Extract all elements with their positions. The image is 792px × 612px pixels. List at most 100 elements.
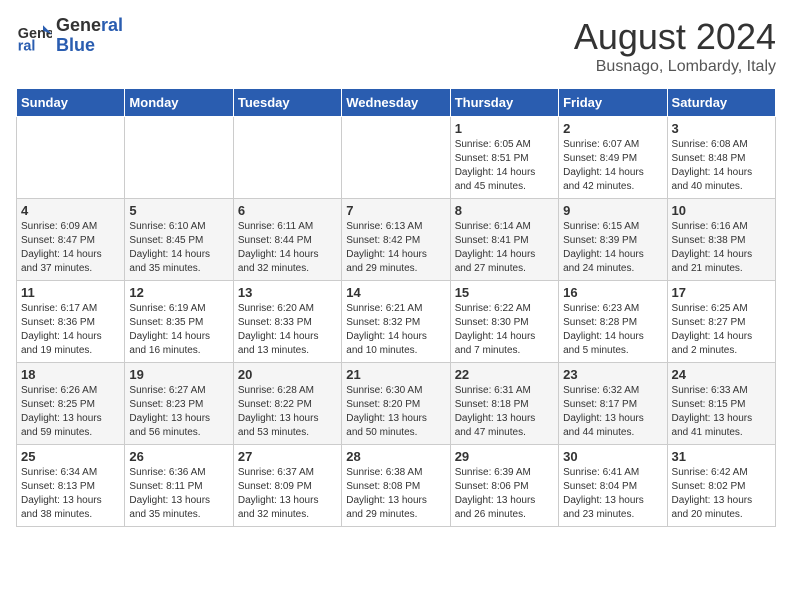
week-row-2: 4Sunrise: 6:09 AM Sunset: 8:47 PM Daylig… (17, 199, 776, 281)
day-info: Sunrise: 6:20 AM Sunset: 8:33 PM Dayligh… (238, 302, 337, 358)
day-number: 16 (563, 285, 662, 300)
day-cell: 16 Sunrise: 6:23 AM Sunset: 8:28 PM Dayli… (559, 281, 667, 363)
day-info: Sunrise: 6:27 AM Sunset: 8:23 PM Dayligh… (129, 384, 228, 440)
day-cell: 30Sunrise: 6:41 AM Sunset: 8:04 PM Dayli… (559, 445, 667, 527)
day-cell: 3 Sunrise: 6:08 AM Sunset: 8:48 PM Daylig… (667, 117, 775, 199)
day-info: Sunrise: 6:32 AM Sunset: 8:17 PM Dayligh… (563, 384, 662, 440)
day-number: 18 (21, 367, 120, 382)
day-info: Sunrise: 6:34 AM Sunset: 8:13 PM Dayligh… (21, 466, 120, 522)
day-cell: 9 Sunrise: 6:15 AM Sunset: 8:39 PM Daylig… (559, 199, 667, 281)
day-info: Sunrise: 6:25 AM Sunset: 8:27 PM Dayligh… (672, 302, 771, 358)
day-cell: 19 Sunrise: 6:27 AM Sunset: 8:23 PM Dayli… (125, 363, 233, 445)
day-number: 31 (672, 449, 771, 464)
day-cell: 23 Sunrise: 6:32 AM Sunset: 8:17 PM Dayli… (559, 363, 667, 445)
day-number: 24 (672, 367, 771, 382)
day-info: Sunrise: 6:11 AM Sunset: 8:44 PM Dayligh… (238, 220, 337, 276)
day-cell: 1 Sunrise: 6:05 AM Sunset: 8:51 PM Daylig… (450, 117, 558, 199)
day-info: Sunrise: 6:21 AM Sunset: 8:32 PM Dayligh… (346, 302, 445, 358)
day-cell: 18 Sunrise: 6:26 AM Sunset: 8:25 PM Dayli… (17, 363, 125, 445)
day-cell: 2 Sunrise: 6:07 AM Sunset: 8:49 PM Daylig… (559, 117, 667, 199)
day-info: Sunrise: 6:19 AM Sunset: 8:35 PM Dayligh… (129, 302, 228, 358)
day-info: Sunrise: 6:14 AM Sunset: 8:41 PM Dayligh… (455, 220, 554, 276)
header-cell-saturday: Saturday (667, 89, 775, 117)
day-info: Sunrise: 6:15 AM Sunset: 8:39 PM Dayligh… (563, 220, 662, 276)
day-info: Sunrise: 6:28 AM Sunset: 8:22 PM Dayligh… (238, 384, 337, 440)
day-number: 20 (238, 367, 337, 382)
day-number: 2 (563, 121, 662, 136)
day-cell: 11Sunrise: 6:17 AM Sunset: 8:36 PM Dayli… (17, 281, 125, 363)
day-number: 9 (563, 203, 662, 218)
day-cell: 5Sunrise: 6:10 AM Sunset: 8:45 PM Daylig… (125, 199, 233, 281)
day-cell (342, 117, 450, 199)
day-info: Sunrise: 6:30 AM Sunset: 8:20 PM Dayligh… (346, 384, 445, 440)
day-cell (17, 117, 125, 199)
day-cell: 17Sunrise: 6:25 AM Sunset: 8:27 PM Dayli… (667, 281, 775, 363)
day-cell: 22 Sunrise: 6:31 AM Sunset: 8:18 PM Dayli… (450, 363, 558, 445)
header-cell-tuesday: Tuesday (233, 89, 341, 117)
day-info: Sunrise: 6:10 AM Sunset: 8:45 PM Dayligh… (129, 220, 228, 276)
day-number: 27 (238, 449, 337, 464)
location-title: Busnago, Lombardy, Italy (574, 58, 776, 76)
day-info: Sunrise: 6:42 AM Sunset: 8:02 PM Dayligh… (672, 466, 771, 522)
day-number: 14 (346, 285, 445, 300)
day-info: Sunrise: 6:08 AM Sunset: 8:48 PM Dayligh… (672, 138, 771, 194)
day-number: 21 (346, 367, 445, 382)
day-number: 22 (455, 367, 554, 382)
day-number: 12 (129, 285, 228, 300)
logo: Gene ral General Blue (16, 16, 123, 56)
day-number: 3 (672, 121, 771, 136)
day-number: 29 (455, 449, 554, 464)
title-area: August 2024 Busnago, Lombardy, Italy (574, 16, 776, 76)
day-cell: 15 Sunrise: 6:22 AM Sunset: 8:30 PM Dayli… (450, 281, 558, 363)
day-info: Sunrise: 6:39 AM Sunset: 8:06 PM Dayligh… (455, 466, 554, 522)
day-number: 8 (455, 203, 554, 218)
day-cell: 14 Sunrise: 6:21 AM Sunset: 8:32 PM Dayli… (342, 281, 450, 363)
day-cell: 25Sunrise: 6:34 AM Sunset: 8:13 PM Dayli… (17, 445, 125, 527)
day-info: Sunrise: 6:36 AM Sunset: 8:11 PM Dayligh… (129, 466, 228, 522)
day-cell: 12 Sunrise: 6:19 AM Sunset: 8:35 PM Dayli… (125, 281, 233, 363)
day-number: 15 (455, 285, 554, 300)
day-info: Sunrise: 6:07 AM Sunset: 8:49 PM Dayligh… (563, 138, 662, 194)
day-number: 7 (346, 203, 445, 218)
day-cell (125, 117, 233, 199)
day-cell: 28Sunrise: 6:38 AM Sunset: 8:08 PM Dayli… (342, 445, 450, 527)
header-cell-sunday: Sunday (17, 89, 125, 117)
month-title: August 2024 (574, 16, 776, 58)
day-number: 10 (672, 203, 771, 218)
day-info: Sunrise: 6:23 AM Sunset: 8:28 PM Dayligh… (563, 302, 662, 358)
day-cell: 13 Sunrise: 6:20 AM Sunset: 8:33 PM Dayli… (233, 281, 341, 363)
day-number: 13 (238, 285, 337, 300)
day-number: 28 (346, 449, 445, 464)
day-number: 6 (238, 203, 337, 218)
day-cell: 7 Sunrise: 6:13 AM Sunset: 8:42 PM Daylig… (342, 199, 450, 281)
day-cell: 10Sunrise: 6:16 AM Sunset: 8:38 PM Dayli… (667, 199, 775, 281)
logo-icon: Gene ral (16, 18, 52, 54)
day-cell: 26 Sunrise: 6:36 AM Sunset: 8:11 PM Dayli… (125, 445, 233, 527)
day-number: 4 (21, 203, 120, 218)
week-row-1: 1 Sunrise: 6:05 AM Sunset: 8:51 PM Daylig… (17, 117, 776, 199)
header-cell-friday: Friday (559, 89, 667, 117)
header-row: SundayMondayTuesdayWednesdayThursdayFrid… (17, 89, 776, 117)
day-info: Sunrise: 6:13 AM Sunset: 8:42 PM Dayligh… (346, 220, 445, 276)
day-info: Sunrise: 6:05 AM Sunset: 8:51 PM Dayligh… (455, 138, 554, 194)
day-info: Sunrise: 6:22 AM Sunset: 8:30 PM Dayligh… (455, 302, 554, 358)
header-cell-wednesday: Wednesday (342, 89, 450, 117)
day-cell: 4Sunrise: 6:09 AM Sunset: 8:47 PM Daylig… (17, 199, 125, 281)
day-number: 23 (563, 367, 662, 382)
day-info: Sunrise: 6:33 AM Sunset: 8:15 PM Dayligh… (672, 384, 771, 440)
day-number: 1 (455, 121, 554, 136)
day-number: 30 (563, 449, 662, 464)
day-cell: 6 Sunrise: 6:11 AM Sunset: 8:44 PM Daylig… (233, 199, 341, 281)
day-info: Sunrise: 6:26 AM Sunset: 8:25 PM Dayligh… (21, 384, 120, 440)
day-cell (233, 117, 341, 199)
header-cell-thursday: Thursday (450, 89, 558, 117)
week-row-3: 11Sunrise: 6:17 AM Sunset: 8:36 PM Dayli… (17, 281, 776, 363)
day-number: 19 (129, 367, 228, 382)
day-number: 26 (129, 449, 228, 464)
logo-line2: Blue (56, 36, 123, 56)
svg-text:ral: ral (18, 38, 36, 54)
calendar-table: SundayMondayTuesdayWednesdayThursdayFrid… (16, 88, 776, 527)
day-info: Sunrise: 6:37 AM Sunset: 8:09 PM Dayligh… (238, 466, 337, 522)
day-number: 11 (21, 285, 120, 300)
day-info: Sunrise: 6:31 AM Sunset: 8:18 PM Dayligh… (455, 384, 554, 440)
